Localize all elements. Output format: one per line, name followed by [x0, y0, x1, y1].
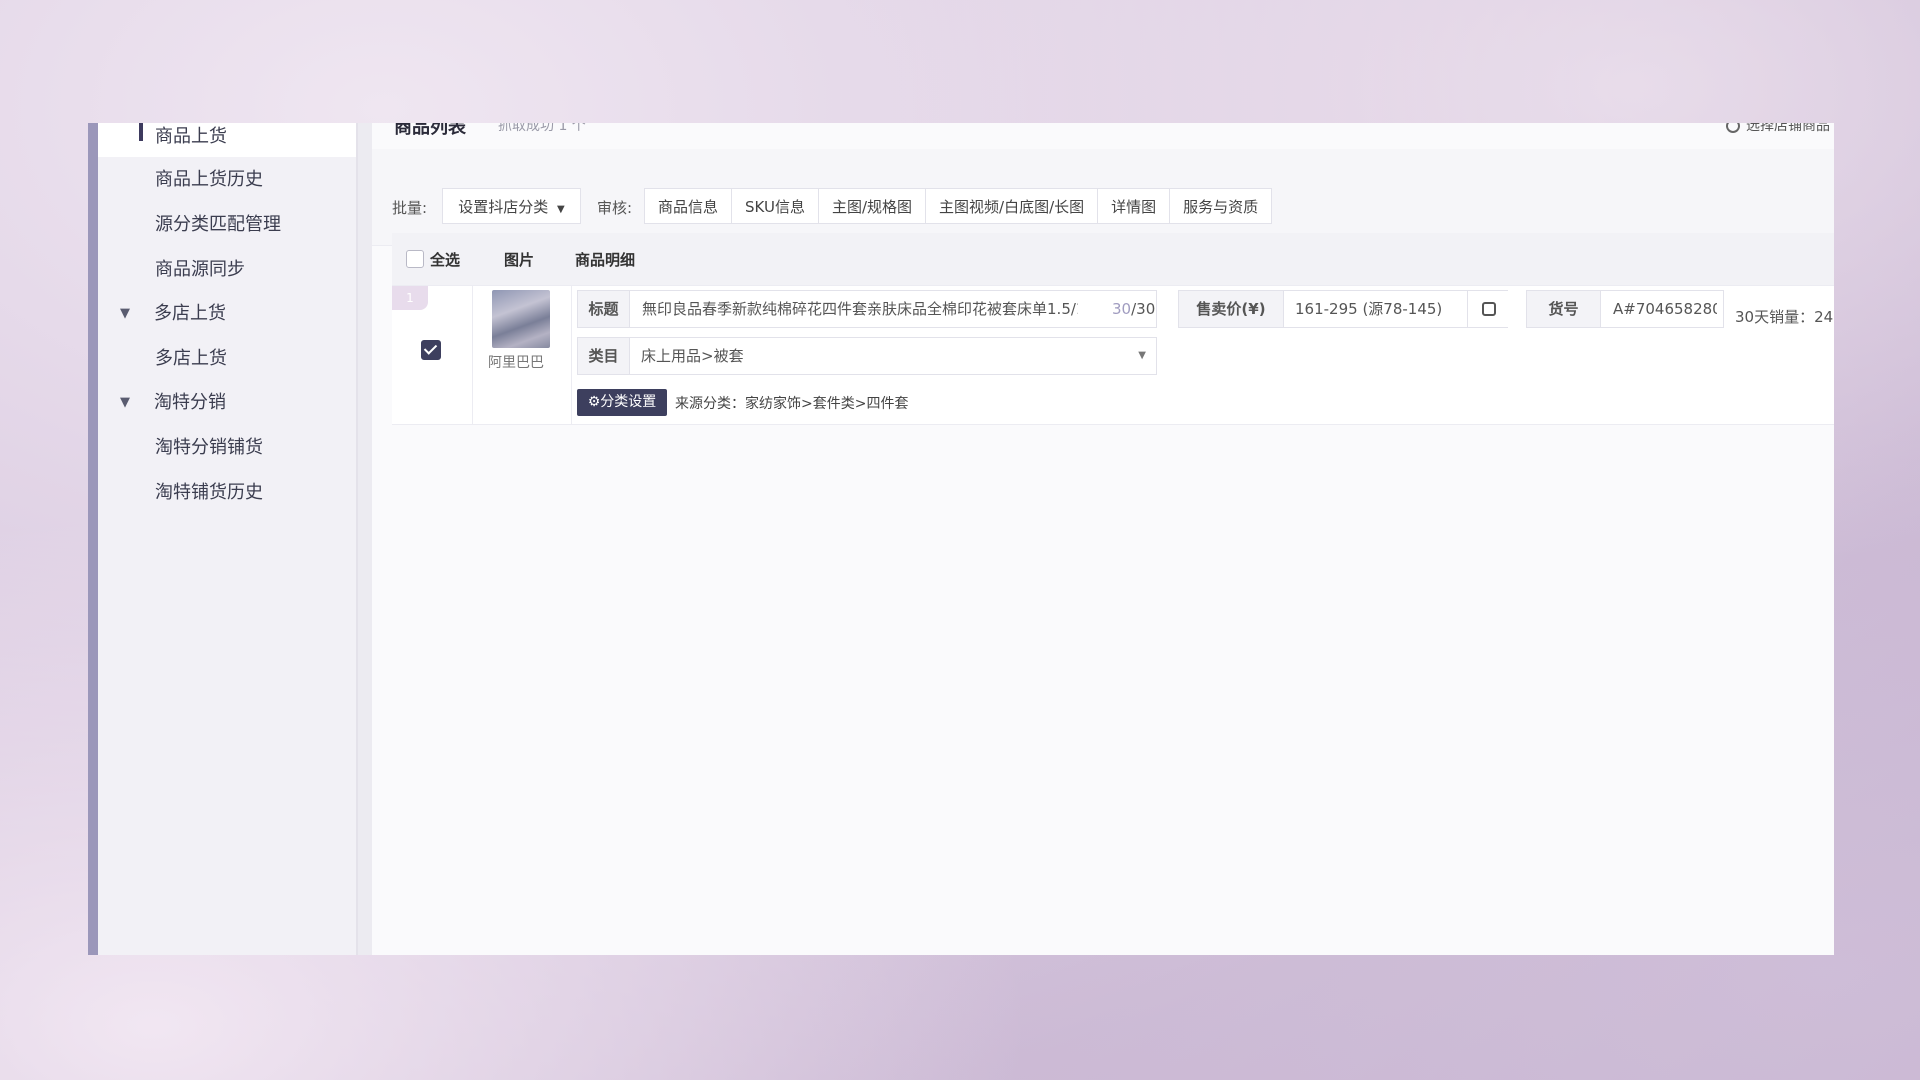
sku-label: 货号: [1527, 291, 1601, 327]
row-index: 1: [392, 286, 428, 310]
caret-down-icon: ▼: [120, 306, 130, 321]
sidebar-item-taote-distribution[interactable]: 淘特分销铺货: [98, 428, 356, 468]
source-category: 来源分类：家纺家饰>套件类>四件套: [675, 396, 909, 412]
tab-goods-info[interactable]: 商品信息: [644, 188, 733, 224]
category-value: 床上用品>被套: [641, 347, 744, 365]
sku-value: A#704658280: [1613, 300, 1717, 318]
edit-icon: [1482, 302, 1496, 316]
chevron-down-icon: ▼: [1138, 350, 1146, 361]
select-store-goods-label: 选择店铺商品: [1746, 123, 1830, 134]
price-edit-button[interactable]: [1467, 291, 1510, 327]
category-settings-button[interactable]: ⚙分类设置: [577, 389, 667, 416]
price-label: 售卖价(¥): [1179, 291, 1284, 327]
review-label: 审核:: [597, 199, 633, 217]
set-store-category-label: 设置抖店分类: [458, 198, 549, 216]
sidebar-item-label: 商品上货: [155, 126, 227, 147]
detail-header: 商品明细: [575, 251, 636, 269]
title-char-max: /30: [1131, 300, 1156, 318]
sidebar-item-label: 源分类匹配管理: [155, 214, 281, 235]
sidebar-item-taote-history[interactable]: 淘特铺货历史: [98, 473, 356, 513]
goods-table: 全选 图片 商品明细 1 阿里巴巴 标题 無印良品春季新款纯棉碎花四件套亲肤床品…: [392, 233, 1834, 428]
sidebar-item-label: 商品源同步: [155, 259, 245, 280]
sidebar-item-label: 淘特分销铺货: [155, 437, 263, 458]
gear-icon: [1726, 123, 1740, 133]
page-title: 商品列表: [394, 123, 466, 138]
select-all-checkbox[interactable]: [406, 250, 424, 268]
title-char-count: 30: [1112, 300, 1132, 318]
sidebar: 商品上货 商品上货历史 源分类匹配管理 商品源同步 ▼ 多店上货 多店上货 ▼ …: [98, 123, 358, 955]
batch-label: 批量:: [392, 199, 428, 217]
sku-field[interactable]: 货号 A#704658280: [1526, 290, 1724, 328]
table-header: 全选 图片 商品明细: [392, 233, 1834, 285]
sidebar-item-multi-store-upload[interactable]: 多店上货: [98, 339, 356, 379]
page-header: 商品列表 抓取成功 1 个 选择店铺商品 设置: [372, 123, 1834, 149]
source-platform: 阿里巴巴: [488, 355, 544, 371]
price-value: 161-295 (源78-145): [1295, 300, 1443, 318]
tab-video-whitebg-long[interactable]: 主图视频/白底图/长图: [925, 188, 1099, 224]
category-label: 类目: [578, 338, 630, 374]
sidebar-item-label: 淘特铺货历史: [155, 482, 263, 503]
sidebar-item-label: 多店上货: [154, 303, 226, 324]
sidebar-gutter: [358, 123, 372, 955]
chevron-down-icon: ▼: [557, 204, 565, 215]
sidebar-group-taote[interactable]: ▼ 淘特分销: [98, 383, 356, 423]
image-header: 图片: [504, 251, 535, 269]
caret-down-icon: ▼: [120, 395, 130, 410]
title-char-counter: 30/30: [1112, 291, 1155, 327]
tab-service-qualification[interactable]: 服务与资质: [1169, 188, 1273, 224]
sidebar-item-category-mapping[interactable]: 源分类匹配管理: [98, 205, 356, 245]
left-rail: [88, 123, 98, 955]
table-row: 1 阿里巴巴 标题 無印良品春季新款纯棉碎花四件套亲肤床品全棉印花被套床单1.5…: [392, 285, 1834, 425]
sales-30-days: 30天销量：24: [1735, 308, 1834, 326]
tab-sku-info[interactable]: SKU信息: [731, 188, 819, 224]
sidebar-item-goods-upload[interactable]: 商品上货: [98, 123, 356, 157]
toolbar: 批量: 设置抖店分类 ▼ 审核: 商品信息 SKU信息 主图/规格图 主图视频/…: [372, 149, 1834, 246]
sidebar-item-label: 淘特分销: [154, 392, 226, 413]
sidebar-group-multi-store[interactable]: ▼ 多店上货: [98, 294, 356, 334]
app-window: 商品上货 商品上货历史 源分类匹配管理 商品源同步 ▼ 多店上货 多店上货 ▼ …: [88, 123, 1834, 955]
page-subtitle: 抓取成功 1 个: [498, 123, 586, 134]
review-tabs: 商品信息 SKU信息 主图/规格图 主图视频/白底图/长图 详情图 服务与资质: [644, 188, 1273, 224]
row-checkbox[interactable]: [421, 340, 441, 360]
column-divider: [472, 286, 473, 424]
main-content: 商品列表 抓取成功 1 个 选择店铺商品 设置 批量: 设置抖店分类 ▼ 审核:…: [372, 123, 1834, 955]
category-settings-label: 分类设置: [600, 394, 657, 410]
select-store-goods-link[interactable]: 选择店铺商品: [1726, 123, 1830, 135]
sidebar-item-label: 多店上货: [155, 348, 227, 369]
column-divider: [571, 286, 572, 424]
product-thumbnail[interactable]: [492, 290, 550, 348]
tab-detail-images[interactable]: 详情图: [1097, 188, 1171, 224]
title-field[interactable]: 标题 無印良品春季新款纯棉碎花四件套亲肤床品全棉印花被套床单1.5/1.8m 3…: [577, 290, 1157, 328]
select-all-label: 全选: [430, 251, 461, 269]
tab-main-spec-images[interactable]: 主图/规格图: [817, 188, 927, 224]
price-field[interactable]: 售卖价(¥) 161-295 (源78-145): [1178, 290, 1510, 328]
title-label: 标题: [578, 291, 630, 327]
sidebar-item-label: 商品上货历史: [155, 169, 263, 190]
category-select[interactable]: 类目 床上用品>被套 ▼: [577, 337, 1157, 375]
gear-icon: ⚙: [587, 394, 601, 410]
set-store-category-dropdown[interactable]: 设置抖店分类 ▼: [442, 188, 581, 224]
title-value: 無印良品春季新款纯棉碎花四件套亲肤床品全棉印花被套床单1.5/1.8m: [642, 300, 1078, 318]
sidebar-item-upload-history[interactable]: 商品上货历史: [98, 160, 356, 200]
sidebar-item-source-sync[interactable]: 商品源同步: [98, 250, 356, 290]
